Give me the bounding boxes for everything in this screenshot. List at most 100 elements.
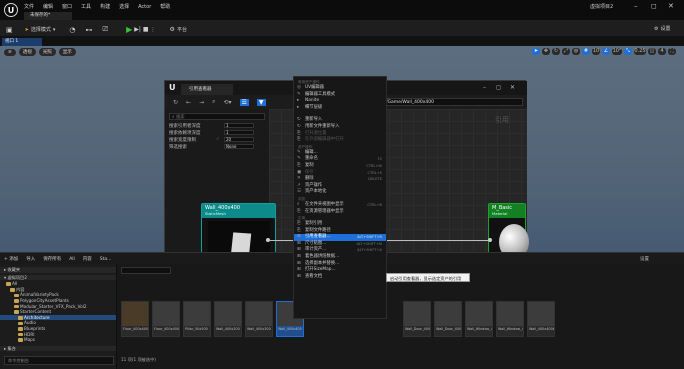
camera-speed-value[interactable]: 4: [658, 48, 666, 55]
scale-tool-icon[interactable]: ⤢: [562, 48, 570, 55]
grid-snap-icon[interactable]: #: [582, 48, 590, 55]
console-input[interactable]: 命令控制台: [4, 356, 114, 365]
reference-viewer-tab[interactable]: 引用查看器: [181, 84, 233, 95]
select-mode-dropdown[interactable]: 选择模式: [31, 26, 51, 33]
rotation-snap-icon[interactable]: ∠: [602, 48, 610, 55]
asset-tile[interactable]: Pillar_50x500: [183, 301, 211, 337]
viewport-menu-button[interactable]: ≡: [4, 48, 16, 56]
cinematics-icon[interactable]: ⎚: [102, 25, 108, 34]
asset-tile[interactable]: Floor_400x400b: [152, 301, 180, 337]
history-icon[interactable]: ⟲▾: [223, 99, 231, 106]
breadth-limit-input[interactable]: 20: [224, 137, 254, 142]
forward-icon[interactable]: →: [199, 99, 204, 106]
more-icon[interactable]: ⋮: [151, 27, 156, 33]
rotation-snap-value[interactable]: 10°: [612, 48, 622, 55]
menu-select[interactable]: 选择: [119, 3, 129, 10]
add-button[interactable]: + 添加: [4, 256, 18, 262]
menu-edit[interactable]: 编辑: [43, 3, 53, 10]
back-icon[interactable]: ←: [186, 99, 191, 106]
menu-item[interactable]: ⎘ 复制 CTRL+W: [294, 163, 386, 170]
move-tool-icon[interactable]: ✥: [542, 48, 550, 55]
asset-tile[interactable]: Wall_Door_400x300: [403, 301, 431, 337]
checkbox-icon[interactable]: ✓: [216, 137, 220, 142]
asset-tile[interactable]: Floor_400x400: [121, 301, 149, 337]
menu-item[interactable]: ⎘ 在资源管理器中显示: [294, 209, 386, 216]
menu-item[interactable]: ⌕ 在文件夹视图中显示 CTRL+B: [294, 202, 386, 209]
asset-tile[interactable]: Wall_400x300: [245, 301, 273, 337]
ref-maximize-button[interactable]: ◻: [496, 84, 501, 91]
select-tool-icon[interactable]: ➤: [532, 48, 540, 55]
asset-tile[interactable]: Wall_400x200: [214, 301, 242, 337]
menu-item[interactable]: ⎘ 在外部编辑器中打开: [294, 137, 386, 144]
asset-search-box[interactable]: [121, 267, 171, 274]
save-all-button[interactable]: 保存所有: [43, 256, 61, 262]
menu-item[interactable]: ⊞ 打开SizeMap...: [294, 267, 386, 274]
stop-icon[interactable]: ■: [143, 26, 149, 33]
referencer-depth-input[interactable]: 1: [224, 123, 254, 128]
menu-file[interactable]: 文件: [24, 3, 34, 10]
asset-tile[interactable]: Wall_Window_400x400: [496, 301, 524, 337]
platforms-button[interactable]: 平台: [177, 26, 187, 33]
rotate-tool-icon[interactable]: ↻: [552, 48, 560, 55]
world-local-icon[interactable]: ◍: [572, 48, 580, 55]
grid-snap-value[interactable]: 10: [592, 48, 600, 55]
unreal-logo[interactable]: U: [4, 3, 18, 17]
dependency-depth-input[interactable]: 1: [224, 130, 254, 135]
refresh-icon[interactable]: ↻: [173, 99, 178, 106]
perspective-button[interactable]: 透视: [18, 48, 36, 56]
breadcrumb-starter[interactable]: Sta...: [100, 257, 112, 262]
settings-icon[interactable]: ☰: [239, 98, 249, 106]
save-icon[interactable]: ▣: [6, 26, 13, 34]
asset-tile[interactable]: Wall_Door_400x400: [434, 301, 462, 337]
menu-item[interactable]: ☰ 资产本地化: [294, 189, 386, 196]
scale-snap-icon[interactable]: ⤡: [624, 48, 632, 55]
menu-item[interactable]: ▸ 细节层级: [294, 105, 386, 112]
settings-button[interactable]: ⚙ 设置: [654, 25, 671, 33]
menu-item[interactable]: ⊞ 着色器烘焙数据...: [294, 254, 386, 261]
filter-icon[interactable]: ▼: [256, 98, 266, 106]
project-tab[interactable]: 未保存的*: [24, 12, 72, 20]
view-settings-button[interactable]: 设置: [640, 256, 649, 262]
menu-item[interactable]: ↻ 重新导入: [294, 117, 386, 124]
maximize-button[interactable]: ◻: [651, 2, 657, 10]
breadcrumb-all[interactable]: All: [69, 257, 75, 262]
lit-button[interactable]: 光照: [38, 48, 56, 56]
search-box[interactable]: ⌕ 搜索: [169, 113, 265, 120]
collections-header[interactable]: ▸ 集合: [0, 345, 116, 352]
show-button[interactable]: 显示: [58, 48, 76, 56]
asset-tile[interactable]: Wall_400x400b: [527, 301, 555, 337]
blueprint-icon[interactable]: ⊷: [85, 26, 92, 34]
import-button[interactable]: 导入: [26, 256, 35, 262]
tree-item[interactable]: Maps: [0, 337, 116, 343]
ref-close-button[interactable]: ✕: [510, 84, 515, 91]
ref-minimize-button[interactable]: –: [483, 84, 486, 91]
favorites-header[interactable]: ▸ 收藏夹: [0, 267, 116, 273]
asset-tile[interactable]: Wall_Window_400x300: [465, 301, 493, 337]
menu-item[interactable]: ↻ 用新文件重新导入: [294, 124, 386, 131]
menu-help[interactable]: 帮助: [160, 3, 170, 10]
breadcrumb-content[interactable]: 内容: [83, 256, 92, 262]
menu-item[interactable]: ◎ UV编辑器: [294, 85, 386, 92]
camera-speed-icon[interactable]: ◫: [648, 48, 656, 55]
menu-window[interactable]: 窗口: [62, 3, 72, 10]
scale-snap-value[interactable]: 0.25: [634, 48, 646, 55]
filter-search-dropdown[interactable]: None: [224, 144, 254, 149]
menu-item[interactable]: ▸ Nanite: [294, 98, 386, 105]
add-content-icon[interactable]: ◔: [69, 26, 75, 34]
close-button[interactable]: ✕: [668, 2, 674, 10]
play-options-icon[interactable]: ▶|: [134, 26, 141, 33]
node-input-pin[interactable]: [488, 238, 492, 242]
menu-actor[interactable]: Actor: [138, 4, 151, 10]
menu-item[interactable]: ⊞ 引用查看器... ALT+SHIFT+R: [294, 234, 386, 241]
find-path-icon[interactable]: ⌕: [212, 98, 215, 106]
project-header[interactable]: ▾ 虚拟项目2: [0, 274, 116, 281]
minimize-button[interactable]: –: [634, 2, 638, 10]
menu-item[interactable]: ✕ 删除 DELETE: [294, 176, 386, 183]
menu-build[interactable]: 构建: [100, 3, 110, 10]
maximize-viewport-icon[interactable]: ⛶: [668, 48, 676, 55]
play-icon[interactable]: ▶: [126, 25, 132, 34]
menu-item[interactable]: ⎘ 复制引用: [294, 221, 386, 228]
menu-tools[interactable]: 工具: [81, 3, 91, 10]
viewport-tab[interactable]: 视口 1: [2, 38, 42, 46]
menu-item[interactable]: ✎ 重命名 F2: [294, 156, 386, 163]
